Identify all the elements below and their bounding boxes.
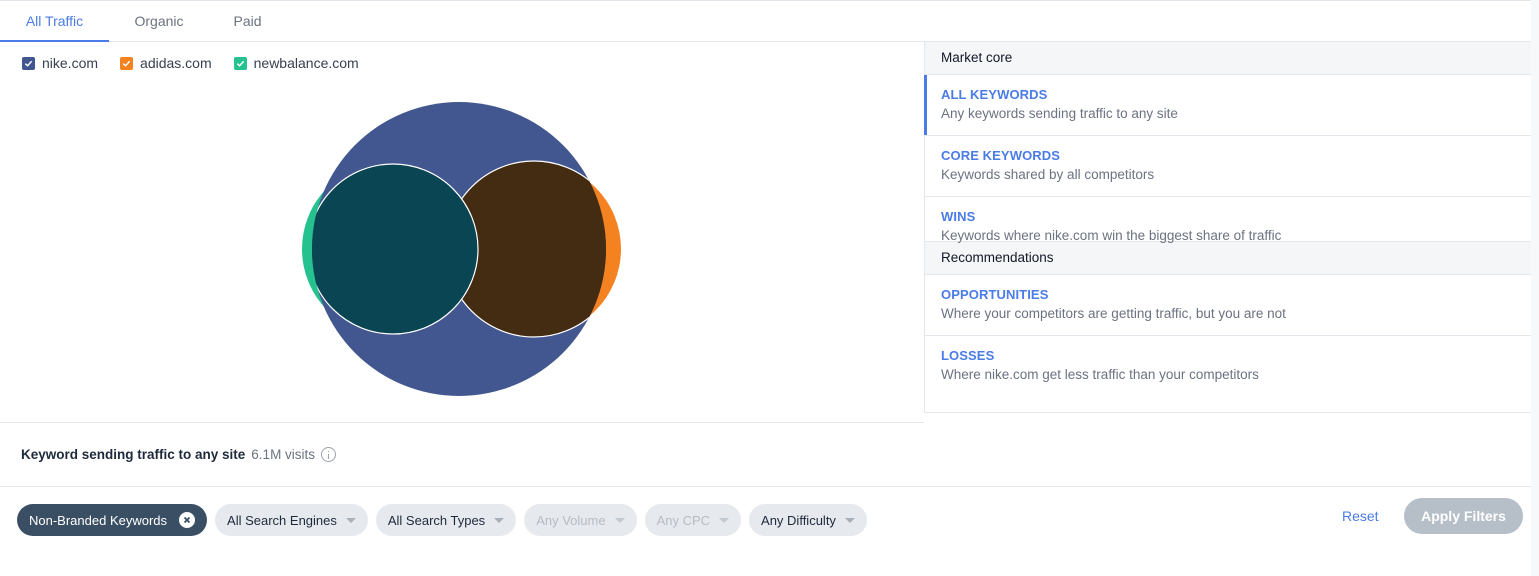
category-title: OPPORTUNITIES [941, 287, 1049, 302]
reset-button[interactable]: Reset [1342, 508, 1379, 524]
caret-down-icon [614, 517, 625, 523]
venn-diagram [302, 102, 621, 396]
category-description: Where your competitors are getting traff… [941, 306, 1286, 321]
filter-cpc-dropdown[interactable]: Any CPC [644, 504, 742, 536]
caret-down-icon [345, 517, 356, 523]
chip-label: Any Difficulty [761, 512, 836, 528]
tab-organic[interactable]: Organic [109, 1, 209, 41]
category-description: Any keywords sending traffic to any site [941, 106, 1178, 121]
caret-down-icon [719, 517, 730, 523]
category-title: LOSSES [941, 348, 995, 363]
filter-difficulty-dropdown[interactable]: Any Difficulty [749, 504, 867, 536]
venn-overlap-nike-newbalance[interactable] [308, 163, 479, 335]
category-description: Keywords shared by all competitors [941, 167, 1155, 182]
chip-label: All Search Engines [227, 512, 337, 528]
chip-label: Any CPC [656, 512, 711, 528]
keyword-categories-panel: Market core ALL KEYWORDS Any keywords se… [924, 42, 1539, 413]
category-core-keywords[interactable]: CORE KEYWORDS Keywords shared by all com… [925, 136, 1539, 197]
scrollbar-track[interactable] [1531, 0, 1539, 576]
summary-bar: Keyword sending traffic to any site 6.1M… [0, 423, 1539, 487]
tab-paid[interactable]: Paid [209, 1, 286, 41]
section-header-recommendations: Recommendations [925, 242, 1539, 275]
apply-filters-button[interactable]: Apply Filters [1404, 498, 1523, 534]
caret-down-icon [844, 517, 855, 523]
category-title: ALL KEYWORDS [941, 87, 1048, 102]
filter-volume-dropdown[interactable]: Any Volume [524, 504, 637, 536]
category-wins[interactable]: WINS Keywords where nike.com win the big… [925, 197, 1539, 243]
chip-label: Any Volume [536, 512, 606, 528]
category-title: WINS [941, 209, 976, 224]
traffic-tabs: All Traffic Organic Paid [0, 1, 1539, 42]
filter-search-types-dropdown[interactable]: All Search Types [375, 504, 517, 536]
category-description: Keywords where nike.com win the biggest … [941, 228, 1282, 243]
close-icon[interactable] [179, 512, 196, 528]
chip-label: Non-Branded Keywords [29, 512, 168, 528]
category-opportunities[interactable]: OPPORTUNITIES Where your competitors are… [925, 275, 1539, 336]
summary-visits: 6.1M visits [251, 447, 316, 462]
venn-panel: nike.com adidas.com newbalance.com [0, 42, 924, 423]
category-all-keywords[interactable]: ALL KEYWORDS Any keywords sending traffi… [924, 75, 1539, 136]
tab-all-traffic[interactable]: All Traffic [0, 1, 109, 42]
category-losses[interactable]: LOSSES Where nike.com get less traffic t… [925, 336, 1539, 397]
category-description: Where nike.com get less traffic than you… [941, 367, 1259, 382]
info-icon[interactable] [321, 447, 337, 462]
filter-bar: Non-Branded Keywords All Search Engines … [17, 504, 875, 536]
chip-label: All Search Types [387, 512, 486, 528]
filter-search-engines-dropdown[interactable]: All Search Engines [215, 504, 368, 536]
category-title: CORE KEYWORDS [941, 148, 1061, 163]
section-header-market-core: Market core [925, 42, 1539, 75]
summary-title: Keyword sending traffic to any site [21, 447, 246, 462]
caret-down-icon [494, 517, 505, 523]
filter-chip-non-branded[interactable]: Non-Branded Keywords [17, 504, 208, 536]
